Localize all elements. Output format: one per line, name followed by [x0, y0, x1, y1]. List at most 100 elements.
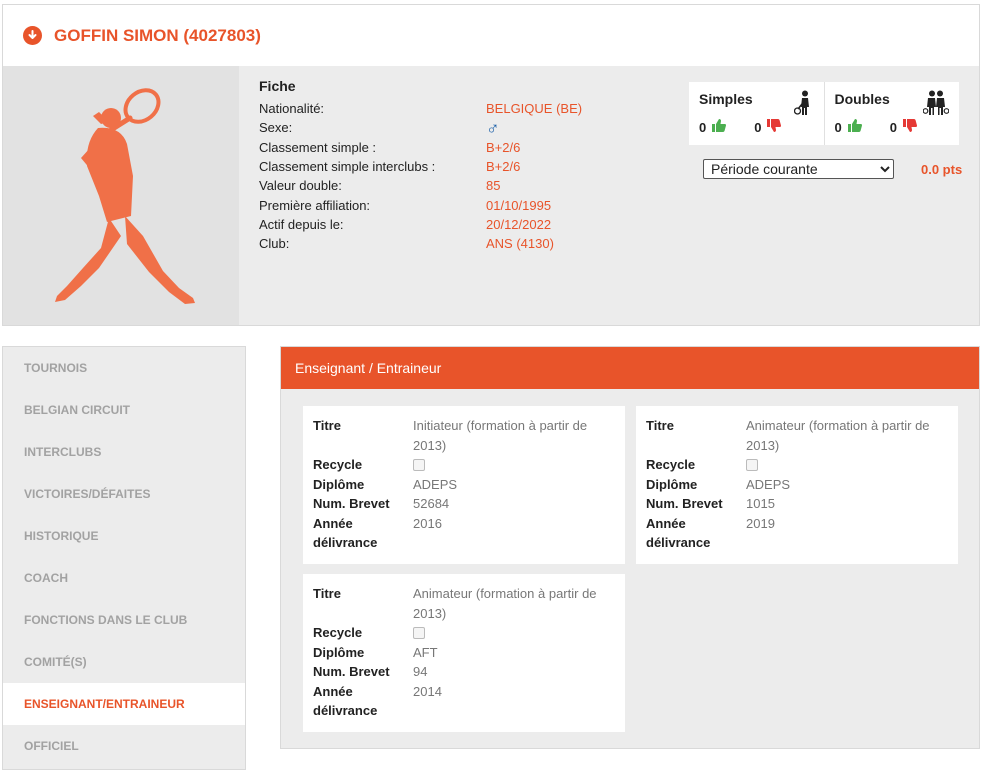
cert-row-brevet: Num. Brevet 94: [313, 662, 615, 682]
sidebar-item-interclubs[interactable]: INTERCLUBS: [3, 431, 245, 473]
cert-label: Num. Brevet: [313, 664, 390, 679]
points-value: 0.0 pts: [921, 162, 963, 177]
club-link[interactable]: ANS (4130): [486, 236, 554, 251]
male-icon: ♂: [486, 117, 500, 138]
fiche-value: BELGIQUE (BE): [486, 101, 583, 117]
stats-simples: Simples 0 0: [689, 82, 824, 145]
sidebar-item-tournois[interactable]: TOURNOIS: [3, 347, 245, 389]
fiche-label: Actif depuis le:: [259, 216, 344, 232]
cert-label: Année délivrance: [313, 515, 378, 551]
fiche-label: Classement simple :: [259, 139, 377, 155]
cert-row-titre: Titre Animateur (formation à partir de 2…: [313, 584, 615, 623]
sidebar-item-fonctions-club[interactable]: FONCTIONS DANS LE CLUB: [3, 599, 245, 641]
sidebar-item-victoires-defaites[interactable]: VICTOIRES/DÉFAITES: [3, 473, 245, 515]
fiche-row-actif-depuis: Actif depuis le: 20/12/2022: [259, 215, 582, 234]
cert-row-titre: Titre Animateur (formation à partir de 2…: [646, 416, 948, 455]
thumbs-up-icon: [847, 119, 862, 135]
cert-brevet-value: 52684: [413, 496, 450, 511]
stats-doubles-line: 0 0: [835, 119, 950, 135]
cert-row-annee: Année délivrance 2014: [313, 682, 615, 721]
cert-row-titre: Titre Initiateur (formation à partir de …: [313, 416, 615, 455]
thumbs-down-icon: [767, 119, 782, 135]
fiche-label: Sexe:: [259, 120, 293, 136]
cert-label: Recycle: [313, 625, 363, 640]
cert-row-recycle: Recycle: [313, 623, 615, 643]
cert-diplome-value: ADEPS: [746, 476, 791, 492]
double-players-icon: [922, 90, 950, 119]
cert-label: Diplôme: [646, 476, 698, 492]
cert-row-diplome: Diplôme ADEPS: [313, 475, 615, 495]
player-header-card: GOFFIN SIMON (4027803) Fiche Nationalité…: [2, 4, 980, 326]
cert-label: Titre: [313, 586, 341, 601]
cert-row-recycle: Recycle: [646, 455, 948, 475]
simples-losses-count: 0: [754, 119, 762, 135]
download-arrow-icon[interactable]: [23, 26, 42, 45]
fiche-value: 20/12/2022: [486, 216, 552, 232]
player-fiche: Fiche Nationalité: BELGIQUE (BE) Sexe: ♂…: [259, 78, 582, 253]
fiche-title: Fiche: [259, 78, 296, 94]
tennis-player-silhouette-icon: [3, 66, 239, 325]
cert-row-annee: Année délivrance 2016: [313, 514, 615, 553]
sidebar-item-historique[interactable]: HISTORIQUE: [3, 515, 245, 557]
cert-titre-value: Animateur (formation à partir de 2013): [413, 586, 597, 621]
sidebar-item-officiel[interactable]: OFFICIEL: [3, 725, 245, 767]
cert-row-brevet: Num. Brevet 52684: [313, 494, 615, 514]
cert-label: Année délivrance: [646, 515, 711, 551]
cert-titre-value: Initiateur (formation à partir de 2013): [413, 418, 588, 453]
recycle-checkbox: [746, 459, 758, 471]
certificate-card: Titre Animateur (formation à partir de 2…: [636, 406, 958, 564]
cert-label: Titre: [313, 418, 341, 433]
cert-titre-value: Animateur (formation à partir de 2013): [746, 418, 930, 453]
recycle-checkbox: [413, 459, 425, 471]
fiche-label: Nationalité:: [259, 101, 325, 117]
doubles-losses-count: 0: [889, 119, 897, 135]
fiche-value: 01/10/1995: [486, 197, 552, 213]
cert-annee-value: 2019: [746, 515, 775, 531]
fiche-row-sexe: Sexe: ♂: [259, 118, 582, 137]
cert-row-annee: Année délivrance 2019: [646, 514, 948, 553]
stats-doubles: Doubles 0 0: [823, 82, 960, 145]
sidebar-item-belgian-circuit[interactable]: BELGIAN CIRCUIT: [3, 389, 245, 431]
cert-label: Num. Brevet: [313, 496, 390, 511]
match-stats-box: Simples 0 0 Doubles 0 0: [689, 82, 959, 145]
certificate-card: Titre Animateur (formation à partir de 2…: [303, 574, 625, 732]
cert-label: Diplôme: [313, 644, 365, 660]
profile-body: Fiche Nationalité: BELGIQUE (BE) Sexe: ♂…: [3, 66, 979, 325]
cert-diplome-value: ADEPS: [413, 476, 458, 492]
period-select[interactable]: Période courante: [703, 159, 894, 179]
fiche-row-premiere-affiliation: Première affiliation: 01/10/1995: [259, 195, 582, 214]
title-bar: GOFFIN SIMON (4027803): [3, 5, 979, 66]
cert-row-recycle: Recycle: [313, 455, 615, 475]
recycle-checkbox: [413, 627, 425, 639]
cert-label: Année délivrance: [313, 683, 378, 719]
sidebar-item-comites[interactable]: COMITÉ(S): [3, 641, 245, 683]
fiche-label: Valeur double:: [259, 178, 342, 194]
panel-title: Enseignant / Entraineur: [281, 347, 979, 389]
cert-label: Recycle: [646, 457, 696, 472]
sidebar-item-enseignant-entraineur[interactable]: ENSEIGNANT/ENTRAINEUR: [3, 683, 245, 725]
fiche-value: 85: [486, 178, 501, 194]
fiche-label: Première affiliation:: [259, 197, 371, 213]
cert-label: Recycle: [313, 457, 363, 472]
fiche-row-classement-interclubs: Classement simple interclubs : B+2/6: [259, 157, 582, 176]
simples-wins-count: 0: [699, 119, 707, 135]
cert-row-diplome: Diplôme AFT: [313, 643, 615, 663]
doubles-wins-count: 0: [834, 119, 842, 135]
cert-diplome-value: AFT: [413, 644, 438, 660]
cert-label: Num. Brevet: [646, 496, 723, 511]
single-player-icon: [793, 90, 814, 119]
cert-label: Titre: [646, 418, 674, 433]
thumbs-up-icon: [712, 119, 727, 135]
cert-brevet-value: 1015: [746, 496, 775, 511]
certificate-card: Titre Initiateur (formation à partir de …: [303, 406, 625, 564]
thumbs-down-icon: [902, 119, 917, 135]
sidebar-item-coach[interactable]: COACH: [3, 557, 245, 599]
stats-simples-line: 0 0: [699, 119, 814, 135]
cert-row-diplome: Diplôme ADEPS: [646, 475, 948, 495]
cert-annee-value: 2016: [413, 515, 442, 531]
cert-brevet-value: 94: [413, 664, 428, 679]
fiche-label: Classement simple interclubs :: [259, 159, 436, 175]
fiche-row-classement-simple: Classement simple : B+2/6: [259, 138, 582, 157]
fiche-row-club: Club: ANS (4130): [259, 234, 582, 253]
fiche-value: B+2/6: [486, 159, 521, 175]
